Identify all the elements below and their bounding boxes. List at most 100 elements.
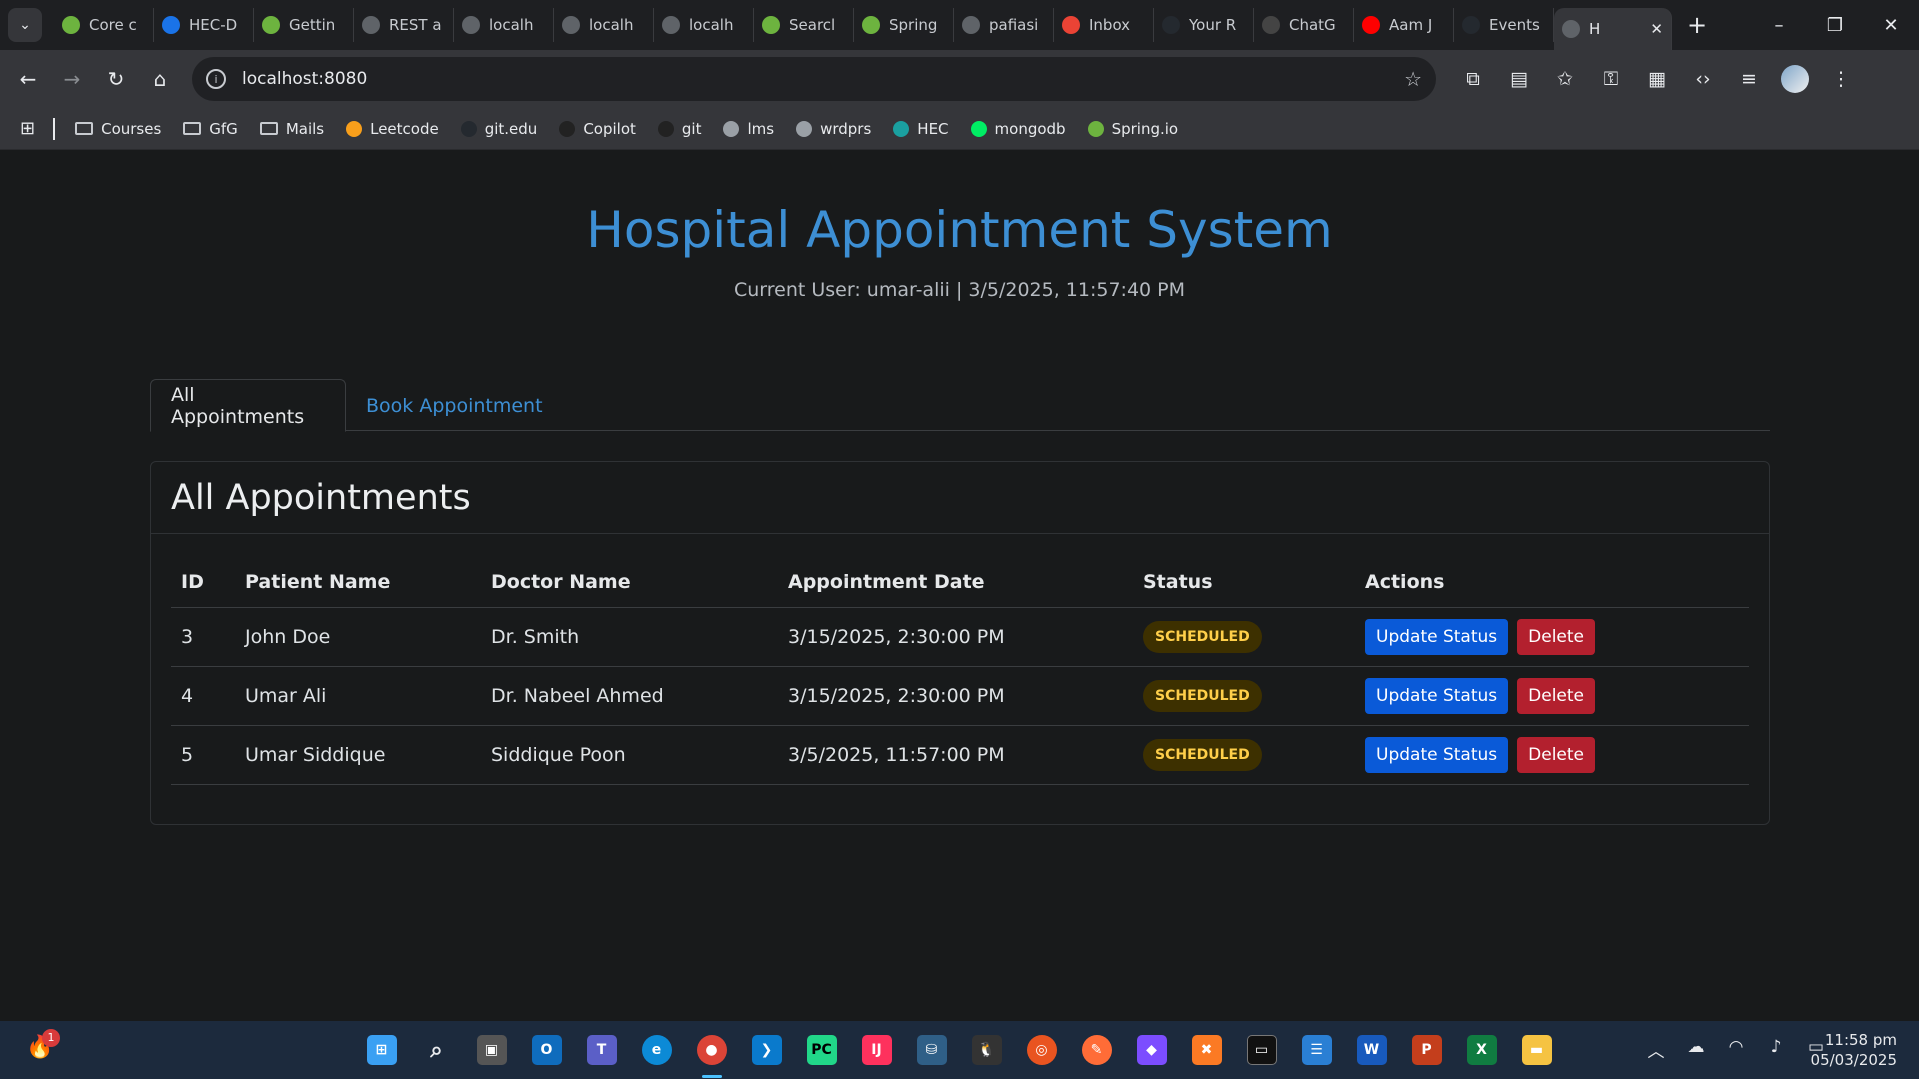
spring-icon <box>1087 120 1104 137</box>
terminal-icon[interactable]: ▭ <box>1234 1030 1289 1070</box>
browser-tab[interactable]: pafiasi <box>954 8 1054 42</box>
file-explorer-icon[interactable]: ▬ <box>1509 1030 1564 1070</box>
bookmark-item[interactable]: wrdprs <box>796 120 871 138</box>
cell-status: SCHEDULED <box>1133 725 1355 785</box>
delete-button[interactable]: Delete <box>1517 736 1596 773</box>
bookmark-item[interactable]: Leetcode <box>346 120 439 138</box>
browser-tab[interactable]: Spring <box>854 8 954 42</box>
tab-book-appointment[interactable]: Book Appointment <box>346 379 563 432</box>
excel-icon[interactable]: X <box>1454 1030 1509 1070</box>
bookmark-item[interactable]: git.edu <box>460 120 537 138</box>
browser-tab[interactable]: localh <box>654 8 754 42</box>
browser-tab[interactable]: Your R <box>1154 8 1254 42</box>
postman-icon[interactable]: ✎ <box>1069 1030 1124 1070</box>
bookmark-item[interactable]: Mails <box>259 120 324 138</box>
browser-tab[interactable]: HEC-D <box>154 8 254 42</box>
minimize-button[interactable]: – <box>1751 15 1807 36</box>
gitkraken-icon[interactable]: ◆ <box>1124 1030 1179 1070</box>
bookmarks-separator <box>53 117 56 140</box>
start-button[interactable]: ⊞ <box>354 1030 409 1070</box>
menu-kebab-icon[interactable]: ⋮ <box>1818 68 1864 90</box>
bookmark-item[interactable]: Courses <box>75 120 161 138</box>
browser-tab[interactable]: Events <box>1454 8 1554 42</box>
browser-tab-label: Core c <box>89 16 137 34</box>
dev-code-icon[interactable]: ‹› <box>1680 68 1726 90</box>
browser-tab[interactable]: Searcl <box>754 8 854 42</box>
update-status-button[interactable]: Update Status <box>1365 677 1509 714</box>
update-status-button[interactable]: Update Status <box>1365 736 1509 773</box>
reading-list-icon[interactable]: ▤ <box>1496 68 1542 90</box>
browser-tab[interactable]: Aam J <box>1354 8 1454 42</box>
browser-tab[interactable]: ChatG <box>1254 8 1354 42</box>
notepad-icon[interactable]: ☰ <box>1289 1030 1344 1070</box>
clock[interactable]: 11:58 pm 05/03/2025 <box>1811 1030 1897 1070</box>
delete-button[interactable]: Delete <box>1517 618 1596 655</box>
address-bar[interactable]: i localhost:8080 ☆ <box>192 57 1436 101</box>
apps-grid-icon[interactable]: ⊞ <box>20 118 35 139</box>
close-tab-icon[interactable]: ✕ <box>1650 20 1663 38</box>
close-window-button[interactable]: ✕ <box>1863 15 1919 36</box>
browser-tab[interactable]: localh <box>554 8 654 42</box>
browser-tab-active[interactable]: H ✕ <box>1554 8 1672 50</box>
edge-icon[interactable]: e <box>629 1030 684 1070</box>
globe-icon <box>462 16 480 34</box>
bookmark-item[interactable]: Copilot <box>559 120 636 138</box>
penguin-app-icon[interactable]: 🐧 <box>959 1030 1014 1070</box>
tab-search-button[interactable]: ⌄ <box>8 8 42 42</box>
copilot-icon <box>559 120 576 137</box>
table-row: 4 Umar Ali Dr. Nabeel Ahmed 3/15/2025, 2:30… <box>171 666 1749 726</box>
outlook-icon[interactable]: O <box>519 1030 574 1070</box>
restore-button[interactable]: ❐ <box>1807 15 1863 36</box>
search-icon[interactable]: ⌕ <box>409 1030 464 1070</box>
appointments-table: ID Patient Name Doctor Name Appointment … <box>171 557 1749 785</box>
bookmark-item[interactable]: GfG <box>183 120 238 138</box>
tab-list: Core c HEC-D Gettin REST a localh localh local… <box>54 0 1672 50</box>
media-queue-icon[interactable]: ≡ <box>1726 68 1772 90</box>
word-icon[interactable]: W <box>1344 1030 1399 1070</box>
chrome-icon[interactable]: ● <box>684 1030 739 1078</box>
bookmark-item[interactable]: mongodb <box>970 120 1066 138</box>
cell-doctor-name: Dr. Smith <box>481 607 778 667</box>
tray-chevron-icon[interactable]: ︿ <box>1636 1037 1676 1062</box>
mysql-workbench-icon[interactable]: ⛁ <box>904 1030 959 1070</box>
tab-all-appointments[interactable]: All Appointments <box>150 379 346 432</box>
vscode-icon[interactable]: ❯ <box>739 1030 794 1070</box>
teams-icon[interactable]: T <box>574 1030 629 1070</box>
browser-tab[interactable]: Gettin <box>254 8 354 42</box>
url-text[interactable]: localhost:8080 <box>242 69 367 89</box>
site-info-icon[interactable]: i <box>206 69 226 89</box>
favorites-icon[interactable]: ✩ <box>1542 68 1588 90</box>
password-key-icon[interactable]: ⚿ <box>1588 68 1634 90</box>
intellij-icon[interactable]: IJ <box>849 1030 904 1070</box>
onedrive-icon[interactable]: ☁ <box>1676 1037 1716 1062</box>
home-button[interactable]: ⌂ <box>138 67 182 91</box>
new-tab-button[interactable]: + <box>1680 11 1714 39</box>
delete-button[interactable]: Delete <box>1517 677 1596 714</box>
powerpoint-icon[interactable]: P <box>1399 1030 1454 1070</box>
wifi-icon[interactable]: ◠ <box>1716 1037 1756 1062</box>
browser-tab[interactable]: REST a <box>354 8 454 42</box>
cell-id: 3 <box>171 607 235 667</box>
globe-icon <box>796 120 813 137</box>
ubuntu-icon[interactable]: ◎ <box>1014 1030 1069 1070</box>
task-view-icon[interactable]: ▣ <box>464 1030 519 1070</box>
pycharm-icon[interactable]: PC <box>794 1030 849 1070</box>
volume-icon[interactable]: ♪ <box>1756 1037 1796 1062</box>
reload-button[interactable]: ↻ <box>94 67 138 91</box>
browser-tab[interactable]: Core c <box>54 8 154 42</box>
back-button[interactable]: ← <box>6 67 50 91</box>
browser-tab[interactable]: localh <box>454 8 554 42</box>
bookmark-item[interactable]: git <box>657 120 701 138</box>
qr-code-icon[interactable]: ▦ <box>1634 68 1680 90</box>
bookmark-item[interactable]: lms <box>723 120 774 138</box>
bookmark-item[interactable]: HEC <box>893 120 949 138</box>
bookmark-item[interactable]: Spring.io <box>1087 120 1178 138</box>
extensions-icon[interactable]: ⧉ <box>1450 68 1496 90</box>
profile-avatar[interactable] <box>1781 65 1809 93</box>
notification-app-icon[interactable]: 🔥 1 <box>26 1029 60 1063</box>
update-status-button[interactable]: Update Status <box>1365 618 1509 655</box>
bookmark-star-icon[interactable]: ☆ <box>1404 67 1422 91</box>
forward-button[interactable]: → <box>50 67 94 91</box>
browser-tab[interactable]: Inbox <box>1054 8 1154 42</box>
xampp-icon[interactable]: ✖ <box>1179 1030 1234 1070</box>
